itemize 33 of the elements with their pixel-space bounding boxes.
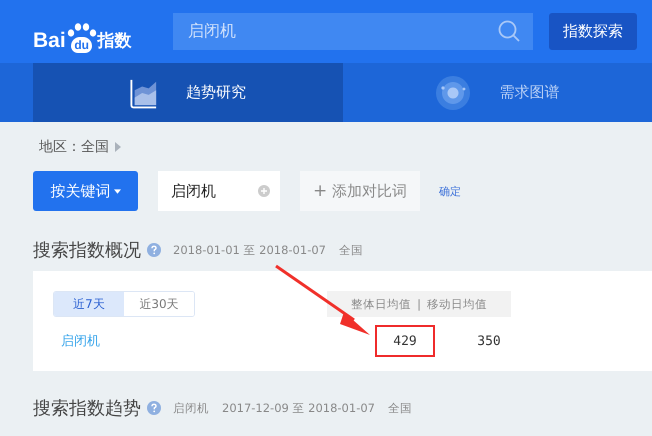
logo-text: Bai (33, 28, 66, 52)
tab[interactable]: 趋势研究 (33, 63, 342, 122)
explore-button[interactable]: 指数探索 (549, 13, 637, 50)
help-icon[interactable] (147, 401, 161, 415)
region-label[interactable]: 地区：全国 (39, 138, 109, 156)
column-title: 整体日均值 (351, 296, 412, 312)
keyword-link[interactable]: 启闭机 (53, 332, 361, 350)
add-icon[interactable] (258, 185, 270, 197)
section-meta: 2018-01-01 至 2018-01-07 (173, 242, 326, 258)
target-icon (435, 74, 472, 110)
section-meta: 全国 (388, 400, 412, 416)
help-icon[interactable] (147, 243, 161, 257)
column-title: 移动日均值 (426, 296, 487, 312)
search-field[interactable]: 启闭机 (173, 13, 533, 50)
tab[interactable]: 需求图谱 (342, 63, 652, 122)
table-cell-text: 350 (476, 332, 502, 350)
section-meta: 2017-12-09 至 2018-01-07 (222, 400, 375, 416)
confirm-link[interactable]: 确定 (439, 184, 461, 198)
caret-icon[interactable] (115, 142, 121, 152)
section-title: 搜索指数概况 (33, 239, 141, 262)
caret-icon[interactable] (114, 188, 120, 194)
section-title: 搜索指数趋势 (33, 397, 141, 420)
section-meta: 全国 (338, 242, 363, 258)
separator: | (417, 297, 421, 311)
keyword-field[interactable]: 启闭机 (158, 171, 280, 211)
period-tab[interactable]: 近7天 (54, 292, 124, 316)
search-icon[interactable] (497, 19, 521, 43)
section-meta: 启闭机 (173, 400, 209, 416)
paw-logo: du (66, 22, 97, 52)
table-cell: 429 (375, 325, 435, 357)
add-compare-button[interactable]: + 添加对比词 (300, 171, 420, 211)
keyword-mode-button[interactable]: 按关键词 (33, 171, 138, 211)
logo-text: 指数 (98, 30, 132, 52)
